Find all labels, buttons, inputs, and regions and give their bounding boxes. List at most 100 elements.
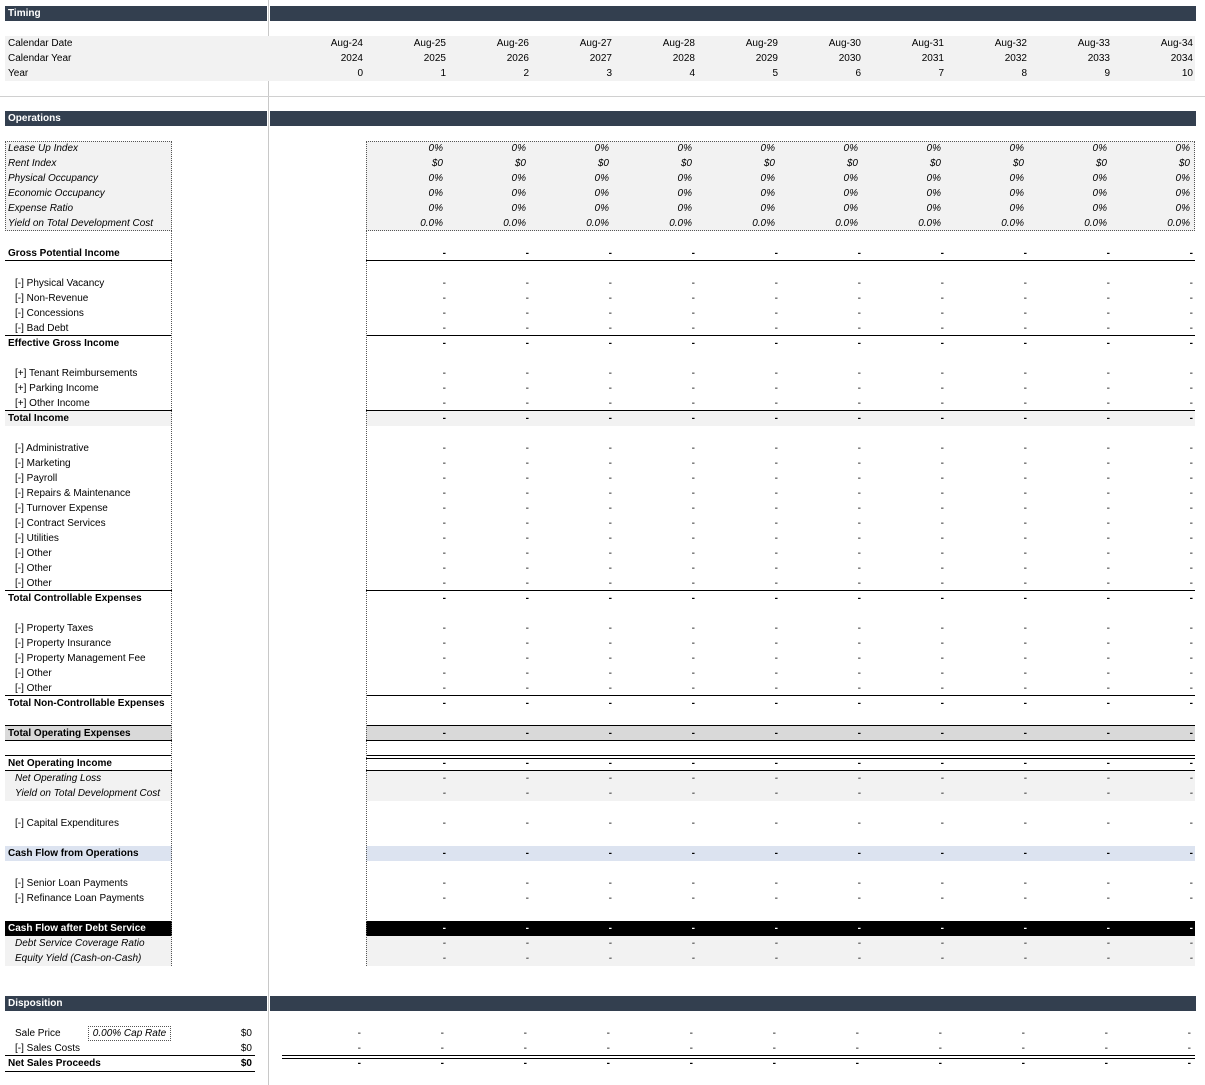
ops-cell: - xyxy=(608,893,612,904)
index-cell: $0 xyxy=(1095,158,1107,169)
ops-cell: - xyxy=(608,758,612,769)
ops-cell: - xyxy=(1023,758,1027,769)
ops-cell: - xyxy=(691,293,695,304)
ops-cell: - xyxy=(525,368,529,379)
ops-cell: - xyxy=(442,878,446,889)
disposition-cell: - xyxy=(772,1043,776,1054)
ops-cell: - xyxy=(857,308,861,319)
timing-cell: Aug-29 xyxy=(745,38,778,49)
ops-cell: - xyxy=(774,623,778,634)
ops-label-other4: [-] Other xyxy=(15,668,52,679)
ops-row-concessions: [-] Concessions - - - - - - - - - - xyxy=(0,306,1205,321)
ops-cell: - xyxy=(442,308,446,319)
ops-cell: - xyxy=(774,293,778,304)
ops-cell: - xyxy=(1023,668,1027,679)
ops-cell: - xyxy=(857,953,861,964)
ops-cell: - xyxy=(1023,248,1027,259)
ops-cell: - xyxy=(608,383,612,394)
ops-cell: - xyxy=(857,338,861,349)
ops-cell: - xyxy=(857,893,861,904)
ops-cell: - xyxy=(691,818,695,829)
timing-cell: 5 xyxy=(772,68,778,79)
ops-row-total_controllable: Total Controllable Expenses - - - - - - - - - - xyxy=(0,591,1205,606)
ops-label-total_noncontrollable: Total Non-Controllable Expenses xyxy=(8,698,165,709)
ops-cell: - xyxy=(1106,338,1110,349)
ops-cell: - xyxy=(691,323,695,334)
ops-cell: - xyxy=(1023,548,1027,559)
index-cell: 0% xyxy=(843,143,858,154)
ops-row-gpi: Gross Potential Income - - - - - - - - - - xyxy=(0,246,1205,261)
ops-cell: - xyxy=(608,323,612,334)
disposition-cell: - xyxy=(440,1043,444,1054)
ops-cell: - xyxy=(774,938,778,949)
ops-cell: - xyxy=(774,788,778,799)
ops-row-utilities: [-] Utilities - - - - - - - - - - xyxy=(0,531,1205,546)
ops-cell: - xyxy=(691,338,695,349)
index-cell: 0% xyxy=(428,188,443,199)
ops-cell: - xyxy=(774,533,778,544)
ops-cell: - xyxy=(442,443,446,454)
ops-cell: - xyxy=(774,878,778,889)
ops-cell: - xyxy=(1023,773,1027,784)
ops-cell: - xyxy=(857,653,861,664)
ops-cell: - xyxy=(608,923,612,934)
ops-cell: - xyxy=(525,683,529,694)
ops-cell: - xyxy=(1106,458,1110,469)
ops-cell: - xyxy=(857,668,861,679)
ops-cell: - xyxy=(774,683,778,694)
ops-cell: - xyxy=(857,398,861,409)
ops-cell: - xyxy=(1106,788,1110,799)
ops-row-other_income: [+] Other Income - - - - - - - - - - xyxy=(0,396,1205,411)
ops-label-tenant_reimb: [+] Tenant Reimbursements xyxy=(15,368,138,379)
ops-label-total_income: Total Income xyxy=(8,413,69,424)
timing-label-year: Year xyxy=(8,68,29,79)
index-cell: 0% xyxy=(1009,188,1024,199)
ops-cell: - xyxy=(608,578,612,589)
ops-label-refi_loan: [-] Refinance Loan Payments xyxy=(15,893,144,904)
ops-cell: - xyxy=(940,893,944,904)
ops-cell: - xyxy=(525,383,529,394)
ops-cell: - xyxy=(940,248,944,259)
index-label: Yield on Total Development Cost xyxy=(8,218,154,229)
ops-cell: - xyxy=(608,308,612,319)
ops-cell: - xyxy=(691,638,695,649)
ops-label-egi: Effective Gross Income xyxy=(8,338,120,349)
ops-cell: - xyxy=(608,368,612,379)
index-cell: 0% xyxy=(677,203,692,214)
timing-label-calendar_date: Calendar Date xyxy=(8,38,73,49)
ops-cell: - xyxy=(857,548,861,559)
ops-cell: - xyxy=(857,683,861,694)
ops-row-payroll: [-] Payroll - - - - - - - - - - xyxy=(0,471,1205,486)
ops-cell: - xyxy=(774,548,778,559)
ops-cell: - xyxy=(442,788,446,799)
ops-cell: - xyxy=(940,698,944,709)
index-row: Expense Ratio 0% 0% 0% 0% 0% 0% 0% 0% 0% 0% xyxy=(0,201,1205,216)
ops-cell: - xyxy=(442,563,446,574)
timing-cell: 2030 xyxy=(838,53,861,64)
ops-cell: - xyxy=(691,593,695,604)
ops-cell: - xyxy=(1106,323,1110,334)
ops-cell: - xyxy=(525,923,529,934)
ops-cell: - xyxy=(857,623,861,634)
disposition-cell: - xyxy=(689,1058,693,1069)
index-cell: 0.0% xyxy=(1084,218,1107,229)
ops-cell: - xyxy=(442,818,446,829)
disposition-cell: - xyxy=(523,1043,527,1054)
ops-cell: - xyxy=(608,788,612,799)
ops-cell: - xyxy=(608,728,612,739)
ops-cell: - xyxy=(774,323,778,334)
index-cell: 0% xyxy=(1092,173,1107,184)
ops-cell: - xyxy=(1106,473,1110,484)
ops-cell: - xyxy=(691,368,695,379)
ops-cell: - xyxy=(525,563,529,574)
ops-cell: - xyxy=(774,728,778,739)
ops-cell: - xyxy=(608,593,612,604)
index-cell: 0% xyxy=(511,188,526,199)
ops-cell: - xyxy=(442,773,446,784)
ops-label-mgmt_fee: [-] Property Management Fee xyxy=(15,653,146,664)
ops-cell: - xyxy=(442,323,446,334)
ops-cell: - xyxy=(442,518,446,529)
ops-cell: - xyxy=(691,383,695,394)
timing-cell: Aug-30 xyxy=(828,38,861,49)
ops-cell: - xyxy=(940,728,944,739)
